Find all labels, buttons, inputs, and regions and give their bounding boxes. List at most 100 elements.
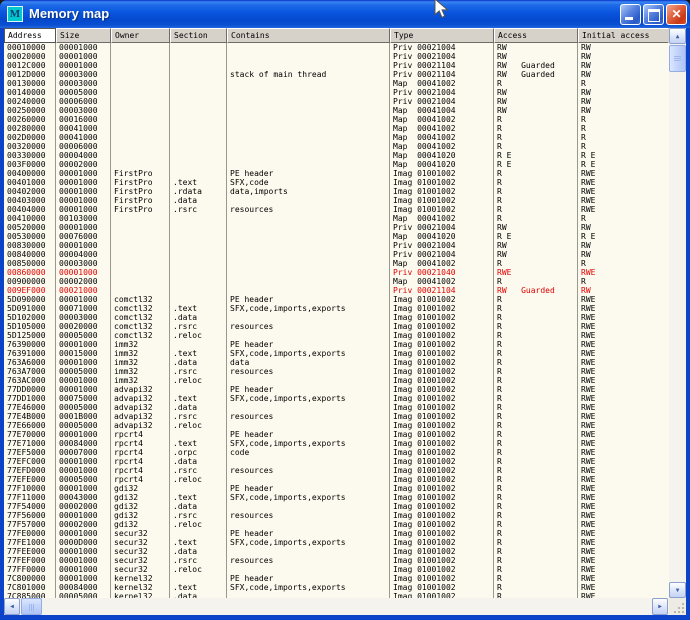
close-button[interactable]: ✕ xyxy=(666,4,687,25)
table-row[interactable]: 77EF500000007000rpcrt4.orpccodeImag 0100… xyxy=(4,448,669,457)
table-row[interactable]: 002D000000041000Map 00041002RR xyxy=(4,133,669,142)
table-row[interactable]: 0012C00000001000Priv 00021104RW GuardedR… xyxy=(4,61,669,70)
cell-owner xyxy=(111,106,170,115)
cell-type: Imag 01001002 xyxy=(390,484,494,493)
table-row[interactable]: 0025000000003000Map 00041004RWRW xyxy=(4,106,669,115)
cell-owner xyxy=(111,52,170,61)
column-header-contains[interactable]: Contains xyxy=(227,28,390,43)
column-header-address[interactable]: Address xyxy=(4,28,56,43)
table-row[interactable]: 7639000000001000imm32PE headerImag 01001… xyxy=(4,340,669,349)
table-row[interactable]: 763A600000001000imm32.datadataImag 01001… xyxy=(4,358,669,367)
scroll-right-icon[interactable]: ▶ xyxy=(652,598,668,615)
table-row[interactable]: 77DD000000001000advapi32PE headerImag 01… xyxy=(4,385,669,394)
table-row[interactable]: 5D09000000001000comctl32PE headerImag 01… xyxy=(4,295,669,304)
table-row[interactable]: 77F5400000002000gdi32.dataImag 01001002R… xyxy=(4,502,669,511)
table-row[interactable]: 0052000000001000Priv 00021004RWRW xyxy=(4,223,669,232)
table-row[interactable]: 77FE10000000D000secur32.textSFX,code,imp… xyxy=(4,538,669,547)
table-row[interactable]: 7639100000015000imm32.textSFX,code,impor… xyxy=(4,349,669,358)
cell-section xyxy=(170,151,227,160)
table-row[interactable]: 0086000000001000Priv 00021040RWERWE xyxy=(4,268,669,277)
table-row[interactable]: 0013000000003000Map 00041002RR xyxy=(4,79,669,88)
table-row[interactable]: 77E4600000005000advapi32.dataImag 010010… xyxy=(4,403,669,412)
table-row[interactable]: 7C80100000084000kernel32.textSFX,code,im… xyxy=(4,583,669,592)
scroll-up-icon[interactable]: ▲ xyxy=(669,28,686,44)
table-row[interactable]: 0041000000103000Map 00041002RR xyxy=(4,214,669,223)
table-row[interactable]: 77E7000000001000rpcrt4PE headerImag 0100… xyxy=(4,430,669,439)
cell-initial_access: RWE xyxy=(578,322,668,331)
table-row[interactable]: 763AC00000001000imm32.relocImag 01001002… xyxy=(4,376,669,385)
cell-section xyxy=(170,340,227,349)
maximize-button[interactable] xyxy=(643,4,664,25)
titlebar[interactable]: M Memory map ✕ xyxy=(0,0,690,28)
app-icon[interactable]: M xyxy=(7,6,23,22)
cell-type: Imag 01001002 xyxy=(390,205,494,214)
table-row[interactable]: 77FE000000001000secur32PE headerImag 010… xyxy=(4,529,669,538)
table-row[interactable]: 0040100000001000FirstPro.textSFX,codeIma… xyxy=(4,178,669,187)
cell-type: Imag 01001002 xyxy=(390,169,494,178)
column-header-section[interactable]: Section xyxy=(170,28,227,43)
cell-access: R xyxy=(494,367,578,376)
column-header-owner[interactable]: Owner xyxy=(111,28,170,43)
table-row[interactable]: 77FF000000001000secur32.relocImag 010010… xyxy=(4,565,669,574)
cell-section: .reloc xyxy=(170,565,227,574)
cell-owner xyxy=(111,124,170,133)
horizontal-scrollbar[interactable]: ◀ ▶ xyxy=(4,598,686,615)
table-row[interactable]: 0084000000004000Priv 00021004RWRW xyxy=(4,250,669,259)
table-row[interactable]: 77F5700000002000gdi32.relocImag 01001002… xyxy=(4,520,669,529)
cell-type: Imag 01001002 xyxy=(390,421,494,430)
table-row[interactable]: 77F5600000001000gdi32.rsrcresourcesImag … xyxy=(4,511,669,520)
table-row[interactable]: 0040200000001000FirstPro.rdatadata,impor… xyxy=(4,187,669,196)
table-row[interactable]: 77EFC00000001000rpcrt4.dataImag 01001002… xyxy=(4,457,669,466)
table-row[interactable]: 0014000000005000Priv 00021004RWRW xyxy=(4,88,669,97)
table-row[interactable]: 77EFE00000005000rpcrt4.relocImag 0100100… xyxy=(4,475,669,484)
table-row[interactable]: 0028000000041000Map 00041002RR xyxy=(4,124,669,133)
table-row[interactable]: 763A700000005000imm32.rsrcresourcesImag … xyxy=(4,367,669,376)
table-row[interactable]: 7C80000000001000kernel32PE headerImag 01… xyxy=(4,574,669,583)
cell-section: .text xyxy=(170,178,227,187)
table-row[interactable]: 77EFD00000001000rpcrt4.rsrcresourcesImag… xyxy=(4,466,669,475)
table-row[interactable]: 77E6600000005000advapi32.relocImag 01001… xyxy=(4,421,669,430)
table-row[interactable]: 003F000000002000Map 00041020R ER E xyxy=(4,160,669,169)
scroll-down-icon[interactable]: ▼ xyxy=(669,582,686,598)
table-row[interactable]: 0083000000001000Priv 00021004RWRW xyxy=(4,241,669,250)
table-row[interactable]: 0026000000016000Map 00041002RR xyxy=(4,115,669,124)
cell-owner: advapi32 xyxy=(111,403,170,412)
vertical-scrollbar[interactable]: ▲ ▼ xyxy=(669,28,686,598)
table-row[interactable]: 0033000000004000Map 00041020R ER E xyxy=(4,151,669,160)
table-row[interactable]: 5D12500000005000comctl32.relocImag 01001… xyxy=(4,331,669,340)
table-row[interactable]: 0040300000001000FirstPro.dataImag 010010… xyxy=(4,196,669,205)
table-row[interactable]: 0085000000003000Map 00041002RR xyxy=(4,259,669,268)
vertical-scroll-thumb[interactable] xyxy=(669,45,686,72)
cell-owner: FirstPro xyxy=(111,196,170,205)
scroll-left-icon[interactable]: ◀ xyxy=(4,598,20,615)
table-row[interactable]: 5D09100000071000comctl32.textSFX,code,im… xyxy=(4,304,669,313)
resize-grip[interactable] xyxy=(669,598,686,615)
table-row[interactable]: 0040000000001000FirstProPE headerImag 01… xyxy=(4,169,669,178)
cell-access: R E xyxy=(494,232,578,241)
table-row[interactable]: 0024000000006000Priv 00021004RWRW xyxy=(4,97,669,106)
table-row[interactable]: 77FEF00000001000secur32.rsrcresourcesIma… xyxy=(4,556,669,565)
table-row[interactable]: 0012D00000003000stack of main threadPriv… xyxy=(4,70,669,79)
table-row[interactable]: 5D10200000003000comctl32.dataImag 010010… xyxy=(4,313,669,322)
table-row[interactable]: 77FEE00000001000secur32.dataImag 0100100… xyxy=(4,547,669,556)
table-row[interactable]: 0053000000076000Map 00041020R ER E xyxy=(4,232,669,241)
column-header-type[interactable]: Type xyxy=(390,28,494,43)
table-row[interactable]: 009EF00000021000Priv 00021104RW GuardedR… xyxy=(4,286,669,295)
table-row[interactable]: 0032000000006000Map 00041002RR xyxy=(4,142,669,151)
table-row[interactable]: 77F1100000043000gdi32.textSFX,code,impor… xyxy=(4,493,669,502)
table-row[interactable]: 0002000000001000Priv 00021004RWRW xyxy=(4,52,669,61)
table-row[interactable]: 5D10500000020000comctl32.rsrcresourcesIm… xyxy=(4,322,669,331)
cell-size: 00001000 xyxy=(56,295,111,304)
table-row[interactable]: 0040400000001000FirstPro.rsrcresourcesIm… xyxy=(4,205,669,214)
horizontal-scroll-thumb[interactable] xyxy=(21,598,42,615)
column-header-initial-access[interactable]: Initial access xyxy=(578,28,668,43)
table-row[interactable]: 77F1000000001000gdi32PE headerImag 01001… xyxy=(4,484,669,493)
column-header-access[interactable]: Access xyxy=(494,28,578,43)
table-row[interactable]: 77E7100000084000rpcrt4.textSFX,code,impo… xyxy=(4,439,669,448)
column-header-size[interactable]: Size xyxy=(56,28,111,43)
minimize-button[interactable] xyxy=(620,4,641,25)
table-row[interactable]: 77E4B0000001B000advapi32.rsrcresourcesIm… xyxy=(4,412,669,421)
table-row[interactable]: 0090000000002000Map 00041002RR xyxy=(4,277,669,286)
table-row[interactable]: 0001000000001000Priv 00021004RWRW xyxy=(4,43,669,52)
table-row[interactable]: 77DD100000075000advapi32.textSFX,code,im… xyxy=(4,394,669,403)
